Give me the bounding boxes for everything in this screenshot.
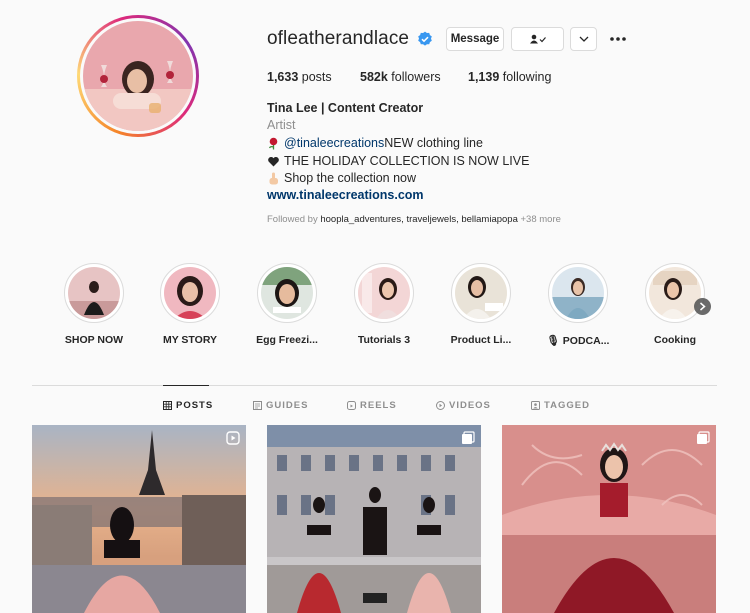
highlight-my-story[interactable]: MY STORY (150, 263, 230, 346)
following-button[interactable] (511, 27, 564, 51)
reels-icon (347, 401, 356, 410)
post-image (32, 425, 246, 613)
highlights-next-button[interactable] (694, 298, 711, 315)
highlight-label: MY STORY (162, 334, 218, 346)
message-button[interactable]: Message (446, 27, 504, 51)
tab-videos[interactable]: VIDEOS (436, 400, 491, 411)
highlight-podcast[interactable]: 🎙 PODCA... (538, 263, 618, 347)
rose-icon (268, 137, 278, 149)
post-thumbnail[interactable] (32, 425, 246, 613)
microphone-icon: 🎙 (546, 335, 560, 347)
heart-icon (268, 156, 279, 166)
post-thumbnail[interactable] (502, 425, 716, 613)
highlight-tutorials[interactable]: Tutorials 3 (344, 263, 424, 346)
chevron-right-icon (700, 302, 706, 311)
posts-count: 1,633 posts (267, 70, 332, 84)
highlight-label: Tutorials 3 (357, 334, 411, 346)
followers-count[interactable]: 582k followers (360, 70, 441, 84)
person-check-icon (529, 34, 546, 44)
bio-mention-link[interactable]: @tinaleecreations (284, 136, 384, 150)
highlight-label: 🎙 PODCA... (546, 335, 610, 347)
bio-category: Artist (267, 118, 296, 132)
video-icon (436, 401, 445, 410)
highlight-cover (68, 267, 120, 319)
highlight-label: Cooking (654, 334, 696, 346)
grid-icon (163, 401, 172, 410)
tagged-icon (531, 401, 540, 410)
tab-tagged[interactable]: TAGGED (531, 400, 590, 411)
highlight-label: Product Li... (450, 334, 512, 346)
highlight-shop-now[interactable]: SHOP NOW (54, 263, 134, 346)
guide-icon (253, 401, 262, 410)
suggested-accounts-button[interactable] (570, 27, 597, 51)
profile-avatar (83, 21, 193, 131)
bio-website-link[interactable]: www.tinaleecreations.com (267, 188, 424, 202)
highlight-label: Egg Freezi... (256, 334, 318, 346)
options-icon[interactable] (608, 32, 628, 46)
multiple-photos-icon (462, 431, 475, 444)
highlight-cover (261, 267, 313, 319)
pointing-down-icon (269, 172, 278, 184)
tab-reels[interactable]: REELS (347, 400, 397, 411)
bio-name: Tina Lee | Content Creator (267, 101, 424, 115)
active-tab-indicator (163, 385, 209, 386)
bio-line-2: THE HOLIDAY COLLECTION IS NOW LIVE (267, 154, 529, 168)
bio-line-1: @tinaleecreations NEW clothing line (267, 136, 483, 150)
verified-badge-icon (418, 31, 432, 46)
post-image (502, 425, 716, 613)
highlight-cover (649, 267, 701, 319)
profile-avatar-ring[interactable] (77, 15, 199, 137)
highlight-cover (455, 267, 507, 319)
reel-icon (226, 431, 240, 445)
highlight-cover (358, 267, 410, 319)
following-count[interactable]: 1,139 following (468, 70, 551, 84)
tabs-divider (32, 385, 717, 386)
highlight-cover (164, 267, 216, 319)
highlight-product-list[interactable]: Product Li... (441, 263, 521, 346)
highlight-cover (552, 267, 604, 319)
multiple-photos-icon (697, 431, 710, 444)
tab-posts[interactable]: POSTS (163, 400, 213, 411)
highlight-label: SHOP NOW (64, 334, 124, 346)
bio-line-3: Shop the collection now (267, 171, 416, 185)
post-thumbnail[interactable] (267, 425, 481, 613)
highlight-egg-freezing[interactable]: Egg Freezi... (247, 263, 327, 346)
tab-guides[interactable]: GUIDES (253, 400, 308, 411)
profile-username: ofleatherandlace (267, 28, 410, 49)
followed-by[interactable]: Followed by hoopla_adventures, traveljew… (267, 214, 561, 225)
post-image (267, 425, 481, 613)
chevron-down-icon (579, 36, 588, 42)
